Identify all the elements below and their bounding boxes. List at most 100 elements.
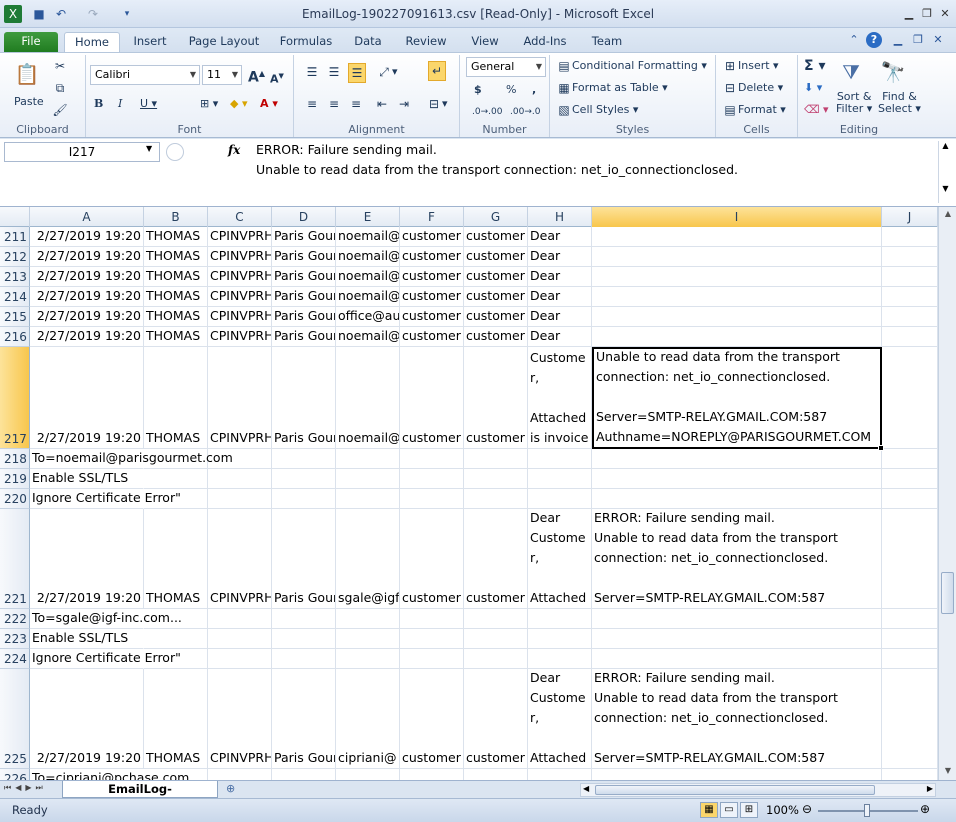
cell-e211[interactable]: noemail@: [336, 227, 400, 247]
cell-d213[interactable]: Paris Gour: [272, 267, 336, 287]
cell-a211[interactable]: 2/27/2019 19:20: [30, 227, 144, 247]
align-left-icon[interactable]: ≡: [304, 95, 320, 113]
cell-f216[interactable]: customer: [400, 327, 464, 347]
close-icon[interactable]: ✕: [936, 6, 954, 22]
row-header[interactable]: 219: [0, 469, 30, 489]
cell-d220[interactable]: [272, 489, 336, 509]
cell-g223[interactable]: [464, 629, 528, 649]
cell-c211[interactable]: CPINVPRH: [208, 227, 272, 247]
minimize-ribbon-icon[interactable]: ⌃: [846, 32, 862, 48]
cell-i213[interactable]: [592, 267, 882, 287]
cell-a222[interactable]: To=sgale@igf-inc.com...: [30, 609, 182, 629]
cell-i220[interactable]: [592, 489, 882, 509]
cell-h220[interactable]: [528, 489, 592, 509]
bottom-align-icon[interactable]: ☰: [348, 63, 366, 83]
cell-f223[interactable]: [400, 629, 464, 649]
cell-e226[interactable]: [336, 769, 400, 780]
cell-f222[interactable]: [400, 609, 464, 629]
cell-g224[interactable]: [464, 649, 528, 669]
cell-b223[interactable]: [144, 629, 208, 649]
cell-f224[interactable]: [400, 649, 464, 669]
cell-g225[interactable]: customer: [464, 669, 528, 769]
cell-a224[interactable]: Ignore Certificate Error": [30, 649, 181, 669]
row-header[interactable]: 216: [0, 327, 30, 347]
decrease-decimal-icon[interactable]: .00→.0: [510, 103, 540, 121]
format-cells-button[interactable]: ▤ Format ▾: [722, 101, 785, 119]
cell-h211[interactable]: Dear: [528, 227, 592, 247]
italic-icon[interactable]: I: [118, 95, 122, 113]
conditional-formatting-button[interactable]: ▤ Conditional Formatting ▾: [556, 57, 707, 75]
cell-d215[interactable]: Paris Gour: [272, 307, 336, 327]
column-header-f[interactable]: F: [400, 207, 464, 227]
cell-h212[interactable]: Dear: [528, 247, 592, 267]
cell-b211[interactable]: THOMAS: [144, 227, 208, 247]
row-header[interactable]: 224: [0, 649, 30, 669]
cell-c217[interactable]: CPINVPRH: [208, 347, 272, 449]
tab-file[interactable]: File: [4, 32, 58, 52]
cell-e212[interactable]: noemail@: [336, 247, 400, 267]
cell-e216[interactable]: noemail@: [336, 327, 400, 347]
row-header[interactable]: 226: [0, 769, 30, 780]
tab-formulas[interactable]: Formulas: [276, 32, 336, 52]
cell-c225[interactable]: CPINVPRH: [208, 669, 272, 769]
row-header[interactable]: 212: [0, 247, 30, 267]
formula-input[interactable]: ERROR: Failure sending mail. Unable to r…: [248, 140, 938, 204]
cell-b217[interactable]: THOMAS: [144, 347, 208, 449]
cell-i217[interactable]: Unable to read data from the transport c…: [592, 347, 882, 449]
cell-h219[interactable]: [528, 469, 592, 489]
workbook-minimize-icon[interactable]: ▁: [890, 32, 906, 48]
shrink-font-icon[interactable]: A▼: [270, 67, 284, 89]
cell-e222[interactable]: [336, 609, 400, 629]
cell-g226[interactable]: [464, 769, 528, 780]
cell-b216[interactable]: THOMAS: [144, 327, 208, 347]
cell-b212[interactable]: THOMAS: [144, 247, 208, 267]
scroll-left-icon[interactable]: ◀: [583, 784, 589, 793]
delete-cells-button[interactable]: ⊟ Delete ▾: [722, 79, 783, 97]
cut-icon[interactable]: ✂: [52, 57, 68, 75]
row-header[interactable]: 217: [0, 347, 30, 449]
increase-indent-icon[interactable]: ⇥: [396, 95, 412, 113]
cell-e213[interactable]: noemail@: [336, 267, 400, 287]
insert-cells-button[interactable]: ⊞ Insert ▾: [722, 57, 779, 75]
cell-j212[interactable]: [882, 247, 938, 267]
percent-button[interactable]: %: [506, 81, 516, 99]
cell-d226[interactable]: [272, 769, 336, 780]
cell-c222[interactable]: [208, 609, 272, 629]
tab-view[interactable]: View: [464, 32, 506, 52]
cell-h222[interactable]: [528, 609, 592, 629]
cell-j219[interactable]: [882, 469, 938, 489]
row-header[interactable]: 218: [0, 449, 30, 469]
cell-a226[interactable]: To=cipriani@pchase.com: [30, 769, 189, 780]
cell-h216[interactable]: Dear: [528, 327, 592, 347]
cell-g221[interactable]: customer: [464, 509, 528, 609]
cell-a219[interactable]: Enable SSL/TLS: [30, 469, 144, 489]
orientation-icon[interactable]: ⤢ ▾: [376, 63, 397, 81]
zoom-in-icon[interactable]: ⊕: [920, 802, 930, 816]
column-header-h[interactable]: H: [528, 207, 592, 227]
row-header[interactable]: 225: [0, 669, 30, 769]
cell-j224[interactable]: [882, 649, 938, 669]
insert-function-icon[interactable]: fx: [228, 143, 240, 157]
cell-b214[interactable]: THOMAS: [144, 287, 208, 307]
scroll-up-icon[interactable]: ▲: [939, 141, 952, 150]
tab-home[interactable]: Home: [64, 32, 120, 52]
vertical-scrollbar[interactable]: ▲ ▼: [938, 207, 956, 780]
scroll-up-icon[interactable]: ▲: [942, 209, 954, 221]
select-all-corner[interactable]: [0, 207, 30, 227]
column-header-b[interactable]: B: [144, 207, 208, 227]
cell-h214[interactable]: Dear: [528, 287, 592, 307]
cell-j213[interactable]: [882, 267, 938, 287]
cell-e218[interactable]: [336, 449, 400, 469]
cell-e214[interactable]: noemail@: [336, 287, 400, 307]
tab-add-ins[interactable]: Add-Ins: [518, 32, 572, 52]
horizontal-scroll-thumb[interactable]: [595, 785, 875, 795]
cell-h224[interactable]: [528, 649, 592, 669]
cell-d211[interactable]: Paris Gour: [272, 227, 336, 247]
sort-filter-button[interactable]: Sort & Filter ▾: [836, 91, 872, 115]
normal-view-icon[interactable]: ▦: [700, 802, 718, 818]
cell-e225[interactable]: cipriani@: [336, 669, 400, 769]
middle-align-icon[interactable]: ☰: [326, 63, 342, 81]
font-color-icon[interactable]: A ▾: [260, 95, 278, 113]
scroll-down-icon[interactable]: ▼: [939, 184, 952, 193]
cell-f214[interactable]: customer: [400, 287, 464, 307]
